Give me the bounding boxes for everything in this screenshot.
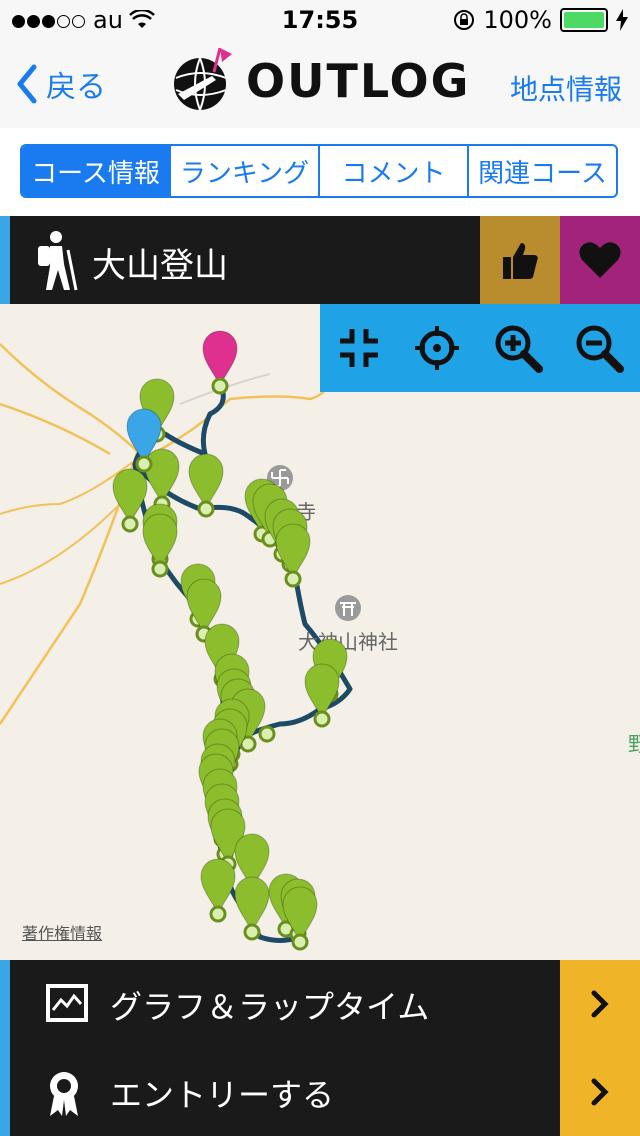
- accent-stripe: [0, 1048, 10, 1136]
- accent-stripe: [0, 960, 10, 1048]
- zoom-out-icon[interactable]: [574, 323, 625, 373]
- bottom-menu: グラフ＆ラップタイム エントリーする: [0, 960, 640, 1136]
- logo-text: OUTLOG: [246, 54, 471, 108]
- segmented-control: コース情報 ランキング コメント 関連コース: [20, 144, 618, 198]
- tab-comment[interactable]: コメント: [320, 146, 469, 196]
- back-label: 戻る: [46, 70, 106, 105]
- waypoint-pin[interactable]: [234, 876, 270, 941]
- back-button[interactable]: 戻る: [16, 62, 106, 106]
- zoom-in-icon[interactable]: [493, 323, 543, 373]
- graph-icon: [46, 984, 88, 1022]
- thumbs-up-icon: [503, 243, 538, 279]
- waypoint-dot[interactable]: [258, 725, 276, 743]
- battery-percent: 100%: [483, 6, 552, 34]
- chevron-left-icon: [17, 64, 37, 104]
- favorite-button[interactable]: [560, 216, 640, 304]
- tab-related-courses[interactable]: 関連コース: [469, 146, 616, 196]
- start-pin[interactable]: [202, 330, 238, 395]
- course-title-bar: 大山登山: [0, 216, 640, 304]
- waypoint-pin[interactable]: [188, 453, 224, 518]
- map-tools: [320, 304, 640, 392]
- rotation-lock-icon: [454, 10, 475, 30]
- app-logo: OUTLOG: [168, 48, 470, 114]
- location-info-button[interactable]: 地点情報: [510, 68, 622, 108]
- waypoint-pin[interactable]: [282, 886, 318, 951]
- collapse-icon[interactable]: [336, 325, 382, 371]
- tab-course-info[interactable]: コース情報: [22, 146, 171, 196]
- award-ribbon-icon: [50, 1072, 78, 1116]
- waypoint-pin[interactable]: [275, 523, 311, 588]
- heart-icon: [579, 242, 621, 278]
- locate-icon[interactable]: [413, 324, 461, 372]
- tab-bar-container: コース情報 ランキング コメント 関連コース: [0, 128, 640, 216]
- waypoint-pins[interactable]: [0, 304, 640, 960]
- globe-logo-icon: [174, 48, 232, 111]
- accent-stripe: [0, 216, 10, 304]
- tab-ranking[interactable]: ランキング: [171, 146, 320, 196]
- entry-label: エントリーする: [110, 1076, 335, 1114]
- waypoint-pin[interactable]: [304, 663, 340, 728]
- chevron-right-icon: [591, 990, 609, 1018]
- battery-icon: [560, 8, 608, 32]
- graph-laptime-row[interactable]: グラフ＆ラップタイム: [0, 960, 640, 1048]
- course-map[interactable]: 寺 大神山神社 野 著作権情報: [0, 304, 640, 960]
- entry-row[interactable]: エントリーする: [0, 1048, 640, 1136]
- waypoint-pin[interactable]: [112, 468, 148, 533]
- graph-laptime-label: グラフ＆ラップタイム: [110, 988, 430, 1026]
- graph-laptime-arrow[interactable]: [560, 960, 640, 1048]
- waypoint-pin[interactable]: [142, 513, 178, 578]
- copyright-link[interactable]: 著作権情報: [22, 920, 102, 944]
- like-button[interactable]: [480, 216, 560, 304]
- navigation-bar: 戻る OUTLOG 地点情報: [0, 40, 640, 129]
- charging-icon: [616, 9, 628, 31]
- hiker-icon: [38, 231, 78, 291]
- waypoint-pin[interactable]: [200, 858, 236, 923]
- entry-arrow[interactable]: [560, 1048, 640, 1136]
- status-bar: au 17:55 100%: [0, 0, 640, 40]
- course-title: 大山登山: [92, 246, 228, 286]
- chevron-right-icon: [591, 1078, 609, 1106]
